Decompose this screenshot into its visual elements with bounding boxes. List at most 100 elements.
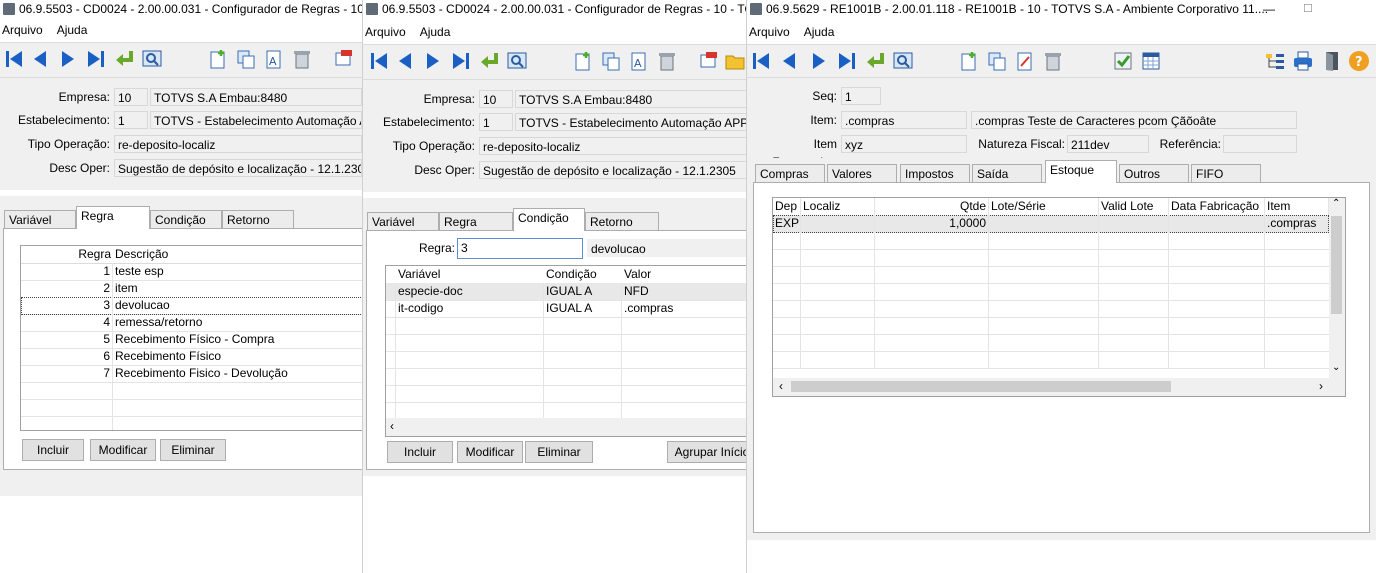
table-row[interactable]	[773, 334, 1331, 352]
tab-retorno[interactable]: Retorno	[222, 210, 294, 228]
eliminar-button[interactable]: Eliminar	[160, 439, 226, 461]
scroll-left-icon[interactable]: ‹	[390, 419, 394, 433]
copy-record-icon[interactable]	[986, 50, 1008, 72]
scroll-thumb[interactable]	[791, 381, 1171, 392]
tab-compras[interactable]: Compras	[755, 164, 825, 182]
goto-record-icon[interactable]	[478, 50, 500, 72]
table-row[interactable]	[386, 334, 747, 352]
header-item[interactable]: Item	[1265, 198, 1329, 215]
desc-oper-field[interactable]: Sugestão de depósito e localização - 12.…	[479, 161, 747, 179]
help-icon[interactable]: ?	[1348, 50, 1370, 72]
table-row[interactable]	[773, 266, 1331, 284]
scroll-thumb[interactable]	[1331, 216, 1342, 314]
table-row[interactable]	[386, 368, 747, 386]
menu-arquivo[interactable]: Arquivo	[749, 25, 790, 39]
table-row[interactable]	[21, 399, 362, 417]
copy-record-icon[interactable]	[235, 48, 257, 70]
incluir-button[interactable]: Incluir	[22, 439, 84, 461]
header-dep[interactable]: Dep	[773, 198, 801, 215]
scroll-up-icon[interactable]: ⌃	[1332, 198, 1340, 209]
header-lote-serie[interactable]: Lote/Série	[989, 198, 1099, 215]
table-row[interactable]: 1 teste esp	[21, 263, 362, 281]
tab-variavel[interactable]: Variável	[4, 210, 76, 228]
edit-record-icon[interactable]	[1014, 50, 1036, 72]
new-record-icon[interactable]	[207, 48, 229, 70]
tab-regra[interactable]: Regra	[76, 206, 150, 229]
item-code-field[interactable]: .compras	[841, 111, 967, 129]
table-row[interactable]	[773, 232, 1331, 250]
tipo-operacao-field[interactable]: re-deposito-localiz	[114, 135, 362, 153]
search-icon[interactable]	[506, 50, 528, 72]
horizontal-scrollbar[interactable]: ‹	[386, 418, 747, 436]
tab-estoque[interactable]: Estoque	[1045, 160, 1117, 183]
hierarchy-icon[interactable]	[1264, 50, 1286, 72]
horizontal-scrollbar[interactable]: ‹ ›	[773, 378, 1345, 396]
estab-name-field[interactable]: TOTVS - Estabelecimento Automação APP	[515, 113, 747, 131]
tab-fifo[interactable]: FIFO	[1191, 164, 1261, 182]
new-record-icon[interactable]	[572, 50, 594, 72]
table-row[interactable]	[773, 249, 1331, 267]
tab-variavel[interactable]: Variável	[367, 212, 439, 230]
seq-field[interactable]: 1	[841, 87, 881, 105]
empresa-code-field[interactable]: 10	[479, 90, 513, 108]
minimize-icon[interactable]: —	[1263, 0, 1275, 18]
next-record-icon[interactable]	[57, 48, 79, 70]
tipo-operacao-field[interactable]: re-deposito-localiz	[479, 137, 747, 155]
regra-input[interactable]: 3	[457, 238, 583, 259]
print-icon[interactable]	[1292, 50, 1314, 72]
table-row[interactable]: 4 remessa/retorno	[21, 314, 362, 332]
delete-record-icon[interactable]	[291, 48, 313, 70]
header-descricao[interactable]: Descrição	[113, 246, 362, 263]
natureza-fiscal-field[interactable]: 211dev	[1067, 135, 1149, 153]
last-record-icon[interactable]	[836, 50, 858, 72]
empresa-name-field[interactable]: TOTVS S.A Embau:8480	[515, 90, 747, 108]
tab-outros[interactable]: Outros	[1119, 164, 1189, 182]
table-row[interactable]: 3 devolucao	[21, 297, 362, 315]
menu-ajuda[interactable]: Ajuda	[57, 23, 88, 37]
table-row[interactable]: 5 Recebimento Físico - Compra	[21, 331, 362, 349]
first-record-icon[interactable]	[368, 50, 390, 72]
goto-record-icon[interactable]	[864, 50, 886, 72]
next-record-icon[interactable]	[808, 50, 830, 72]
estab-code-field[interactable]: 1	[114, 111, 148, 129]
last-record-icon[interactable]	[85, 48, 107, 70]
header-qtde[interactable]: Qtde	[875, 198, 989, 215]
table-row[interactable]	[21, 382, 362, 400]
scroll-down-icon[interactable]: ⌄	[1332, 362, 1340, 373]
first-record-icon[interactable]	[3, 48, 25, 70]
export-icon[interactable]	[698, 50, 720, 72]
header-variavel[interactable]: Variável	[396, 266, 544, 283]
maximize-icon[interactable]: ☐	[1303, 0, 1313, 18]
tab-regra[interactable]: Regra	[439, 212, 513, 230]
empresa-code-field[interactable]: 10	[114, 88, 148, 106]
estab-name-field[interactable]: TOTVS - Estabelecimento Automação APP	[150, 111, 362, 129]
edit-record-icon[interactable]: A	[628, 50, 650, 72]
table-row[interactable]	[386, 385, 747, 403]
referencia-field[interactable]	[1223, 135, 1297, 153]
desc-oper-field[interactable]: Sugestão de depósito e localização - 12.…	[114, 159, 362, 177]
menu-arquivo[interactable]: Arquivo	[2, 23, 43, 37]
previous-record-icon[interactable]	[394, 50, 416, 72]
calendar-icon[interactable]	[1140, 50, 1162, 72]
goto-record-icon[interactable]	[113, 48, 135, 70]
eliminar-button[interactable]: Eliminar	[525, 441, 593, 463]
item-fornecedor-field[interactable]: xyz	[841, 135, 967, 153]
delete-record-icon[interactable]	[1042, 50, 1064, 72]
tab-condicao[interactable]: Condição	[150, 210, 222, 228]
header-valid-lote[interactable]: Valid Lote	[1099, 198, 1169, 215]
next-record-icon[interactable]	[422, 50, 444, 72]
vertical-scrollbar[interactable]: ⌃ ⌄	[1329, 198, 1345, 378]
tab-condicao[interactable]: Condição	[513, 208, 585, 231]
agrupar-inicio-button[interactable]: Agrupar Início	[667, 441, 747, 463]
tab-valores[interactable]: Valores	[827, 164, 897, 182]
search-icon[interactable]	[141, 48, 163, 70]
first-record-icon[interactable]	[750, 50, 772, 72]
table-row[interactable]: EXP 1,0000 .compras	[773, 215, 1331, 233]
estab-code-field[interactable]: 1	[479, 113, 513, 131]
header-localiz[interactable]: Localiz	[801, 198, 875, 215]
copy-record-icon[interactable]	[600, 50, 622, 72]
modificar-button[interactable]: Modificar	[90, 439, 156, 461]
menu-arquivo[interactable]: Arquivo	[365, 25, 406, 39]
table-row[interactable]	[773, 317, 1331, 335]
tab-impostos[interactable]: Impostos	[900, 164, 970, 182]
